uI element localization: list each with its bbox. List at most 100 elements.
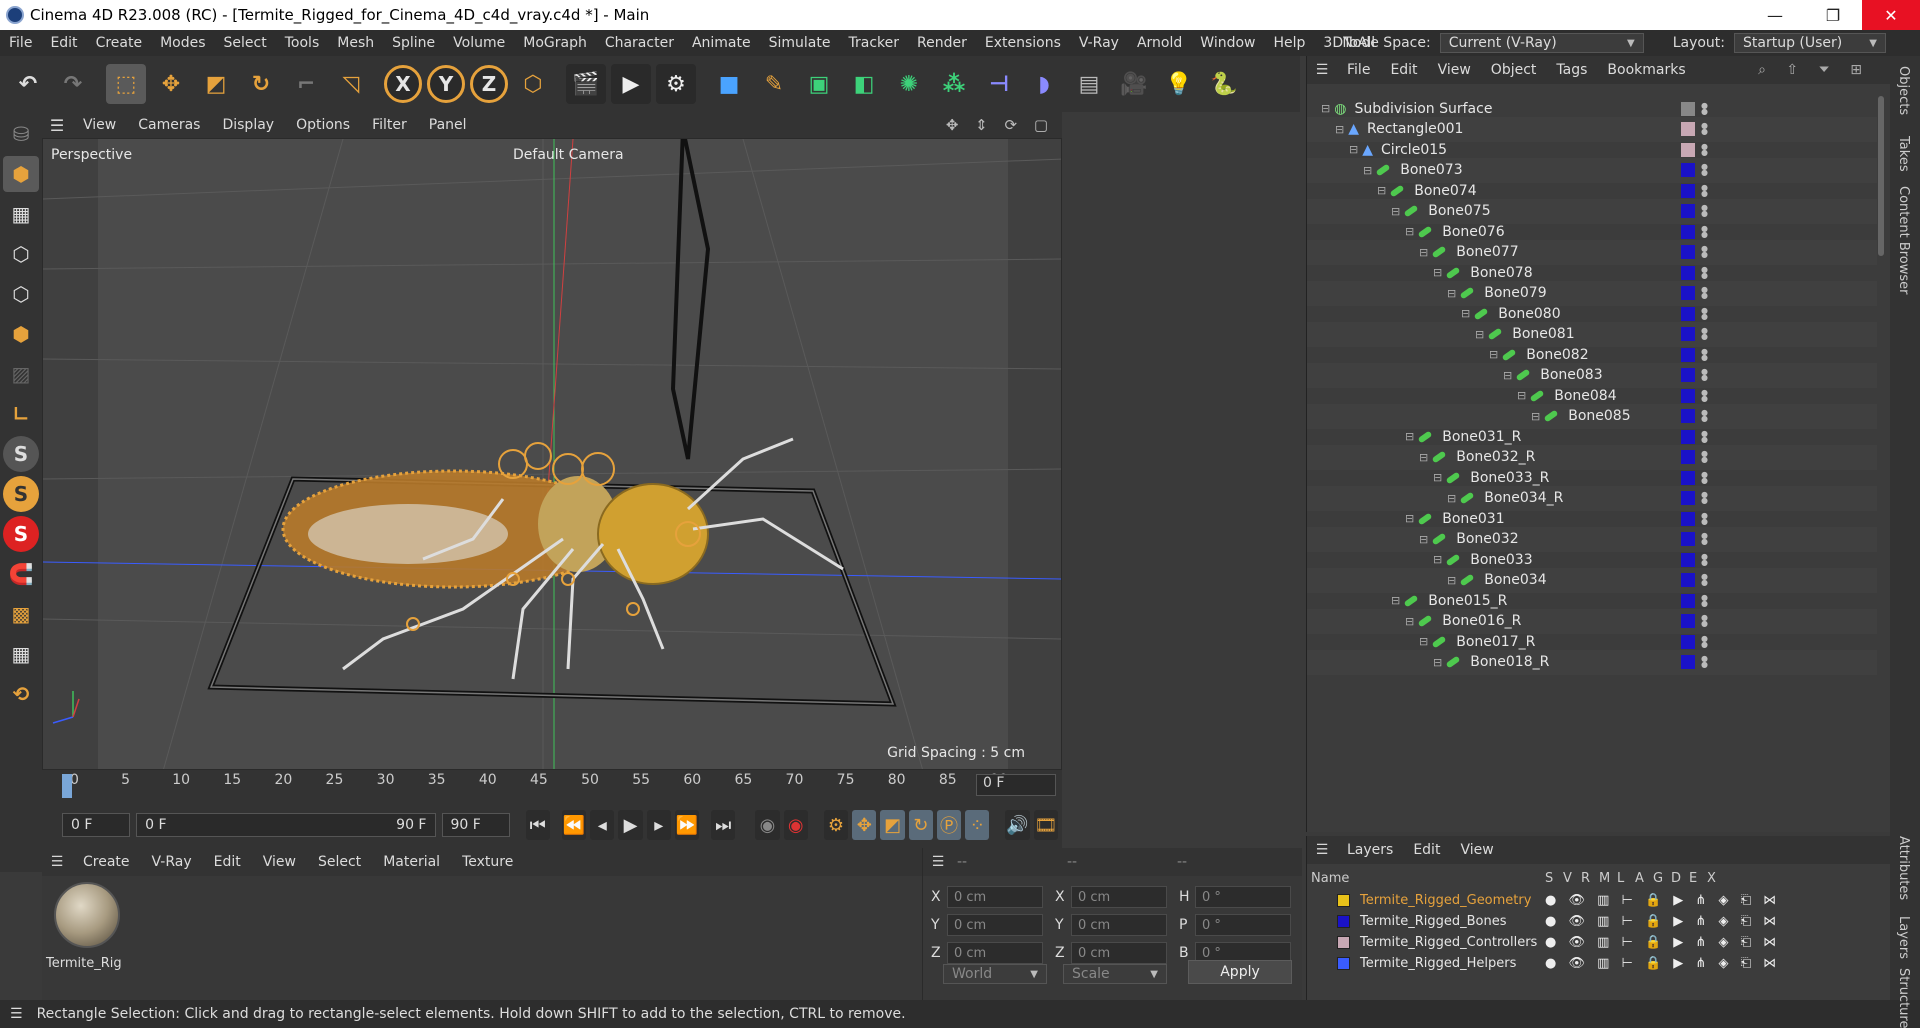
visibility-dots-icon[interactable]: ● ●	[1701, 306, 1708, 320]
layer-color-swatch[interactable]	[1681, 224, 1695, 239]
points-mode-icon[interactable]: ⬡	[3, 236, 39, 272]
viewport-menu-panel[interactable]: Panel	[418, 117, 478, 133]
next-frame-icon[interactable]: ▸	[646, 810, 671, 840]
visibility-dots-icon[interactable]: ● ●	[1701, 101, 1708, 115]
collapse-icon[interactable]: ⊟	[1419, 635, 1428, 648]
visibility-dots-icon[interactable]: ● ●	[1701, 450, 1708, 464]
layer-row[interactable]: Termite_Rigged_Controllers ● 👁 ▥ ⊢ 🔒 ▶ ⋔ …	[1307, 932, 1891, 953]
material-menu-view[interactable]: View	[252, 854, 307, 870]
objects-menu-object[interactable]: Object	[1481, 62, 1547, 78]
visibility-dots-icon[interactable]: ● ●	[1701, 142, 1708, 156]
layer-color-swatch[interactable]	[1681, 450, 1695, 464]
layer-color-swatch[interactable]	[1337, 957, 1350, 970]
undo-icon[interactable]: ↶	[8, 64, 48, 104]
layer-color-swatch[interactable]	[1681, 347, 1695, 362]
layer-name[interactable]: Termite_Rigged_Bones	[1360, 914, 1507, 929]
menu-window[interactable]: Window	[1191, 35, 1264, 51]
layer-toggle-icons[interactable]: ● 👁 ▥ ⊢ 🔒 ▶ ⋔ ◈ ⎗ ⋈	[1545, 893, 1780, 908]
layer-name[interactable]: Termite_Rigged_Helpers	[1360, 956, 1516, 971]
material-menu-select[interactable]: Select	[307, 854, 372, 870]
viewport-menu-display[interactable]: Display	[211, 117, 285, 133]
floor-icon[interactable]: ▤	[1069, 64, 1109, 104]
layer-row[interactable]: Termite_Rigged_Bones ● 👁 ▥ ⊢ 🔒 ▶ ⋔ ◈ ⎗ ⋈	[1307, 911, 1891, 932]
collapse-icon[interactable]: ⊟	[1391, 594, 1400, 607]
collapse-icon[interactable]: ⊟	[1321, 102, 1330, 115]
collapse-icon[interactable]: ⊟	[1503, 369, 1512, 382]
tab-takes[interactable]: Takes	[1896, 136, 1911, 172]
layer-row[interactable]: Termite_Rigged_Geometry ● 👁 ▥ ⊢ 🔒 ▶ ⋔ ◈ ⎗…	[1307, 890, 1891, 911]
z-axis-lock-button[interactable]: Z	[470, 65, 508, 103]
next-key-icon[interactable]: ⏩	[674, 810, 700, 840]
collapse-icon[interactable]: ⊟	[1489, 348, 1498, 361]
scale-tool-icon[interactable]: ◩	[196, 64, 236, 104]
visibility-dots-icon[interactable]: ● ●	[1701, 573, 1708, 587]
node-space-dropdown[interactable]: Current (V-Ray) ▼	[1439, 33, 1644, 53]
key-rotation-icon[interactable]: ↻	[908, 810, 933, 840]
objects-menu-view[interactable]: View	[1428, 62, 1481, 78]
layer-color-swatch[interactable]	[1681, 101, 1695, 116]
menu-modes[interactable]: Modes	[151, 35, 214, 51]
menu-spline[interactable]: Spline	[383, 35, 444, 51]
material-name[interactable]: Termite_Rig	[46, 956, 122, 971]
menu-mesh[interactable]: Mesh	[328, 35, 383, 51]
collapse-icon[interactable]: ⊟	[1433, 553, 1442, 566]
coordinate-mode-dropdown[interactable]: World ▼	[943, 964, 1047, 984]
menu-mograph[interactable]: MoGraph	[514, 35, 596, 51]
layer-color-swatch[interactable]	[1681, 183, 1695, 198]
3d-viewport[interactable]: Perspective Default Camera Grid Spacing …	[42, 138, 1062, 770]
subdivision-surface-icon[interactable]: ▣	[799, 64, 839, 104]
visibility-dots-icon[interactable]: ● ●	[1701, 429, 1708, 443]
visibility-dots-icon[interactable]: ● ●	[1701, 347, 1708, 361]
recent-tool-icon[interactable]: ⌐	[286, 64, 326, 104]
objects-menu-bookmarks[interactable]: Bookmarks	[1597, 62, 1695, 78]
coordinate-system-icon[interactable]: ⬡	[513, 64, 553, 104]
material-menu-create[interactable]: Create	[72, 854, 141, 870]
collapse-icon[interactable]: ⊟	[1433, 471, 1442, 484]
rotation-p-field[interactable]: 0 °	[1195, 914, 1291, 936]
objects-toolbar-icons[interactable]: ⌕ ⇧ ⏷ ⊞	[1758, 62, 1870, 78]
hamburger-icon[interactable]: ☰	[42, 116, 72, 135]
key-pla-icon[interactable]: ⁘	[965, 810, 990, 840]
visibility-dots-icon[interactable]: ● ●	[1701, 532, 1708, 546]
rotate-tool-icon[interactable]: ↻	[241, 64, 281, 104]
layer-color-swatch[interactable]	[1681, 327, 1695, 341]
y-axis-lock-button[interactable]: Y	[427, 65, 465, 103]
viewport-menu-cameras[interactable]: Cameras	[127, 117, 211, 133]
menu-tracker[interactable]: Tracker	[839, 35, 908, 51]
axis-mode-icon[interactable]: ∟	[3, 396, 39, 432]
apply-button[interactable]: Apply	[1188, 960, 1292, 984]
workplane-icon[interactable]: ▩	[3, 596, 39, 632]
play-icon[interactable]: ▶	[618, 810, 643, 840]
layer-color-swatch[interactable]	[1337, 936, 1350, 949]
cloner-icon[interactable]: ✺	[889, 64, 929, 104]
layer-color-swatch[interactable]	[1681, 163, 1695, 177]
size-y-field[interactable]: 0 cm	[1071, 914, 1167, 936]
redo-icon[interactable]: ↷	[53, 64, 93, 104]
layers-menu-edit[interactable]: Edit	[1403, 842, 1450, 858]
layer-color-swatch[interactable]	[1681, 634, 1695, 649]
make-editable-icon[interactable]: ⛁	[3, 116, 39, 152]
collapse-icon[interactable]: ⊟	[1447, 574, 1456, 587]
layer-color-swatch[interactable]	[1681, 429, 1695, 444]
mograph-cubes-icon[interactable]: ⁂	[934, 64, 974, 104]
go-to-start-icon[interactable]: ⏮	[525, 810, 550, 840]
viewport-nav-icons[interactable]: ✥ ⇕ ⟳ ▢	[946, 116, 1054, 134]
visibility-dots-icon[interactable]: ● ●	[1701, 265, 1708, 279]
collapse-icon[interactable]: ⊟	[1405, 615, 1414, 628]
solo-hierarchy-icon[interactable]: S	[3, 516, 39, 552]
menu-arnold[interactable]: Arnold	[1128, 35, 1191, 51]
hamburger-icon[interactable]: ☰	[1307, 62, 1337, 78]
minimize-button[interactable]: —	[1746, 0, 1804, 30]
layer-toggle-icons[interactable]: ● 👁 ▥ ⊢ 🔒 ▶ ⋔ ◈ ⎗ ⋈	[1545, 914, 1780, 929]
visibility-dots-icon[interactable]: ● ●	[1701, 470, 1708, 484]
size-x-field[interactable]: 0 cm	[1071, 886, 1167, 908]
tab-objects[interactable]: Objects	[1896, 66, 1911, 115]
visibility-dots-icon[interactable]: ● ●	[1701, 204, 1708, 218]
previous-key-icon[interactable]: ⏪	[561, 810, 587, 840]
viewport-menu-view[interactable]: View	[72, 117, 127, 133]
collapse-icon[interactable]: ⊟	[1419, 533, 1428, 546]
visibility-dots-icon[interactable]: ● ●	[1701, 634, 1708, 648]
x-axis-lock-button[interactable]: X	[384, 65, 422, 103]
tab-structure[interactable]: Structure	[1896, 968, 1911, 1028]
layer-color-swatch[interactable]	[1681, 368, 1695, 382]
